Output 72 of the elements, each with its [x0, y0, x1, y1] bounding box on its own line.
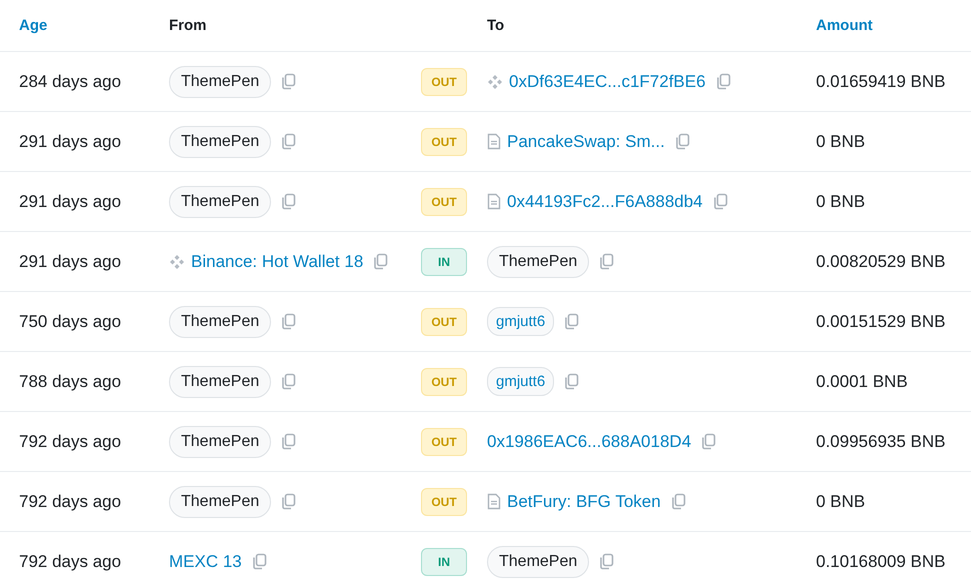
direction-badge: OUT	[421, 368, 467, 396]
direction-badge: OUT	[421, 188, 467, 216]
document-icon	[487, 133, 501, 150]
address-tag[interactable]: gmjutt6	[487, 307, 554, 336]
amount-text: 0.01659419 BNB	[816, 72, 946, 92]
age-text: 291 days ago	[19, 132, 122, 152]
copy-icon[interactable]	[280, 313, 296, 330]
direction-badge: OUT	[421, 488, 467, 516]
address-link[interactable]: Binance: Hot Wallet 18	[191, 252, 364, 272]
copy-icon[interactable]	[280, 73, 296, 90]
copy-icon[interactable]	[714, 73, 731, 90]
amount-text: 0 BNB	[816, 492, 866, 512]
column-header[interactable]: Amount	[816, 17, 873, 34]
copy-icon[interactable]	[280, 193, 296, 210]
address-tag[interactable]: ThemePen	[169, 186, 272, 218]
copy-icon[interactable]	[280, 373, 296, 390]
document-icon	[487, 193, 501, 210]
column-header: From	[169, 17, 206, 34]
address-link[interactable]: 0xDf63E4EC...c1F72fBE6	[509, 72, 706, 92]
copy-icon[interactable]	[563, 373, 580, 390]
copy-icon[interactable]	[280, 433, 296, 450]
diamond-icon	[487, 74, 503, 90]
address-tag[interactable]: ThemePen	[169, 486, 272, 518]
amount-text: 0 BNB	[816, 132, 866, 152]
age-text: 284 days ago	[19, 72, 122, 92]
copy-icon[interactable]	[563, 313, 580, 330]
amount-text: 0.0001 BNB	[816, 372, 908, 392]
age-text: 291 days ago	[19, 192, 122, 212]
direction-badge: OUT	[421, 68, 467, 96]
copy-icon[interactable]	[598, 553, 614, 570]
address-link[interactable]: MEXC 13	[169, 552, 242, 572]
amount-text: 0.00820529 BNB	[816, 252, 946, 272]
address-link[interactable]: BetFury: BFG Token	[507, 492, 661, 512]
address-tag[interactable]: ThemePen	[169, 426, 272, 458]
age-text: 792 days ago	[19, 432, 122, 452]
address-tag[interactable]: ThemePen	[169, 66, 272, 98]
direction-badge: OUT	[421, 128, 467, 156]
age-text: 788 days ago	[19, 372, 122, 392]
direction-badge: OUT	[421, 428, 467, 456]
copy-icon[interactable]	[372, 253, 388, 270]
age-text: 750 days ago	[19, 312, 122, 332]
column-header: To	[487, 17, 504, 34]
copy-icon[interactable]	[250, 553, 267, 570]
age-text: 291 days ago	[19, 252, 122, 272]
address-link[interactable]: 0x1986EAC6...688A018D4	[487, 432, 692, 452]
address-link[interactable]: 0x44193Fc2...F6A888db4	[507, 192, 703, 212]
address-link[interactable]: PancakeSwap: Sm...	[507, 132, 665, 152]
amount-text: 0.09956935 BNB	[816, 432, 946, 452]
copy-icon[interactable]	[700, 433, 716, 450]
amount-text: 0.00151529 BNB	[816, 312, 946, 332]
address-tag[interactable]: ThemePen	[487, 246, 590, 278]
direction-badge: OUT	[421, 308, 467, 336]
copy-icon[interactable]	[712, 193, 728, 210]
amount-text: 0 BNB	[816, 192, 866, 212]
age-text: 792 days ago	[19, 552, 122, 572]
address-tag[interactable]: ThemePen	[169, 366, 272, 398]
column-header[interactable]: Age	[19, 17, 48, 34]
age-text: 792 days ago	[19, 492, 122, 512]
direction-badge: IN	[421, 548, 467, 576]
address-tag[interactable]: ThemePen	[169, 306, 272, 338]
copy-icon[interactable]	[674, 133, 690, 150]
diamond-icon	[169, 254, 185, 270]
copy-icon[interactable]	[598, 253, 614, 270]
amount-text: 0.10168009 BNB	[816, 552, 946, 572]
copy-icon[interactable]	[280, 493, 296, 510]
address-tag[interactable]: ThemePen	[169, 126, 272, 158]
address-tag[interactable]: gmjutt6	[487, 367, 554, 396]
direction-badge: IN	[421, 248, 467, 276]
address-tag[interactable]: ThemePen	[487, 546, 590, 578]
copy-icon[interactable]	[280, 133, 296, 150]
document-icon	[487, 493, 501, 510]
copy-icon[interactable]	[670, 493, 686, 510]
